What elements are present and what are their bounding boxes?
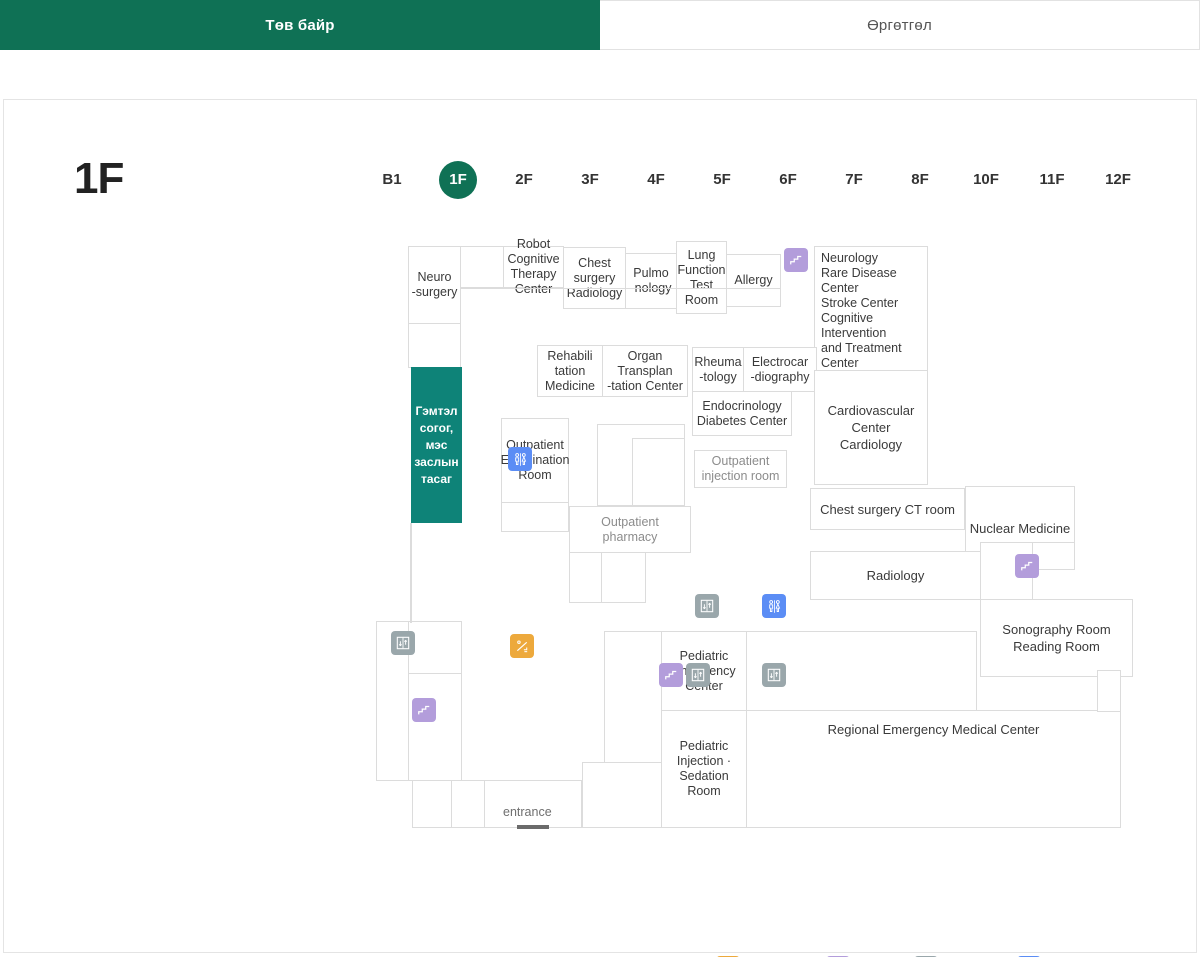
room-neurology-center[interactable]: Neurology Rare Disease Center Stroke Cente… xyxy=(814,246,928,415)
elevator-icon[interactable] xyxy=(762,663,786,687)
wall-segment xyxy=(410,523,412,623)
tab-main-building[interactable]: Төв байр xyxy=(0,0,600,50)
entrance-marker xyxy=(517,825,549,829)
room-unlabeled-s[interactable] xyxy=(1097,670,1121,712)
tab-annex-building-label: Өргөтгөл xyxy=(867,16,932,34)
room-unlabeled-f[interactable] xyxy=(569,552,602,603)
restroom-icon[interactable] xyxy=(508,447,532,471)
elevator-icon[interactable] xyxy=(695,594,719,618)
room-chest-surgery-ct-room[interactable]: Chest surgery CT room xyxy=(810,488,965,530)
floor-map-panel: 1F B1 1F 2F 3F 4F 5F 6F 7F 8F 10F 11F 12… xyxy=(3,99,1198,957)
room-unlabeled-b[interactable] xyxy=(408,323,461,368)
room-robot-cognitive-therapy-center[interactable]: Robot Cognitive Therapy Center xyxy=(503,237,564,296)
room-outpatient-pharmacy[interactable]: Outpatient pharmacy xyxy=(569,506,691,553)
room-radiology[interactable]: Radiology xyxy=(810,551,981,600)
floor-plan: Neuro -surgery Robot Cognitive Therapy Cente… xyxy=(4,100,1198,954)
room-pulmonology[interactable]: Pulmo -nology xyxy=(625,253,677,309)
room-trauma-surgery-highlighted[interactable]: Гэмтэл согог, мэс заслын тасаг xyxy=(411,367,462,523)
room-sonography-reading-room[interactable]: Sonography Room Reading Room xyxy=(980,599,1133,677)
tab-main-building-label: Төв байр xyxy=(265,16,335,34)
room-unlabeled-c[interactable] xyxy=(501,502,569,532)
room-unlabeled-a[interactable] xyxy=(460,246,504,288)
room-electrocardiography[interactable]: Electrocar -diography xyxy=(743,347,817,392)
stairs-icon[interactable] xyxy=(1015,554,1039,578)
room-neurosurgery[interactable]: Neuro -surgery xyxy=(408,246,461,324)
tab-annex-building[interactable]: Өргөтгөл xyxy=(600,0,1200,50)
room-endocrinology-diabetes-center[interactable]: Endocrinology Diabetes Center xyxy=(692,391,792,436)
room-unlabeled-l[interactable] xyxy=(408,673,462,781)
tabs-spacer xyxy=(0,50,1200,99)
room-unlabeled-m[interactable] xyxy=(412,780,452,828)
room-rehabilitation-medicine[interactable]: Rehabili tation Medicine xyxy=(537,345,603,397)
entrance-label: entrance xyxy=(503,805,552,819)
wall-segment xyxy=(461,288,781,289)
room-outpatient-injection-room[interactable]: Outpatient injection room xyxy=(694,450,787,488)
room-unlabeled-p[interactable] xyxy=(582,762,662,828)
room-allergy[interactable]: Allergy xyxy=(726,254,781,307)
escalator-icon[interactable] xyxy=(510,634,534,658)
building-tabs[interactable]: Төв байр Өргөтгөл xyxy=(0,0,1200,50)
room-rheumatology[interactable]: Rheuma -tology xyxy=(692,347,744,392)
restroom-icon[interactable] xyxy=(762,594,786,618)
room-unlabeled-entrance-hall[interactable] xyxy=(484,780,582,828)
room-cardiovascular-center-cardiology[interactable]: Cardiovascular Center Cardiology xyxy=(814,370,928,485)
room-unlabeled-e[interactable] xyxy=(632,438,685,506)
elevator-icon[interactable] xyxy=(391,631,415,655)
stairs-icon[interactable] xyxy=(412,698,436,722)
elevator-icon[interactable] xyxy=(686,663,710,687)
stairs-icon[interactable] xyxy=(659,663,683,687)
room-chest-surgery-radiology[interactable]: Chest surgery Radiology xyxy=(563,247,626,309)
room-organ-transplantation-center[interactable]: Organ Transplan -tation Center xyxy=(602,345,688,397)
room-unlabeled-g[interactable] xyxy=(601,552,646,603)
room-unlabeled-k[interactable] xyxy=(408,621,462,674)
room-pediatric-injection-sedation-room[interactable]: Pediatric Injection · Sedation Room xyxy=(661,710,747,828)
room-unlabeled-n[interactable] xyxy=(451,780,485,828)
room-lung-function-test-room[interactable]: Lung Function Test Room xyxy=(676,241,727,314)
room-regional-emergency-medical-center[interactable]: Regional Emergency Medical Center xyxy=(746,710,1121,828)
stairs-icon[interactable] xyxy=(784,248,808,272)
